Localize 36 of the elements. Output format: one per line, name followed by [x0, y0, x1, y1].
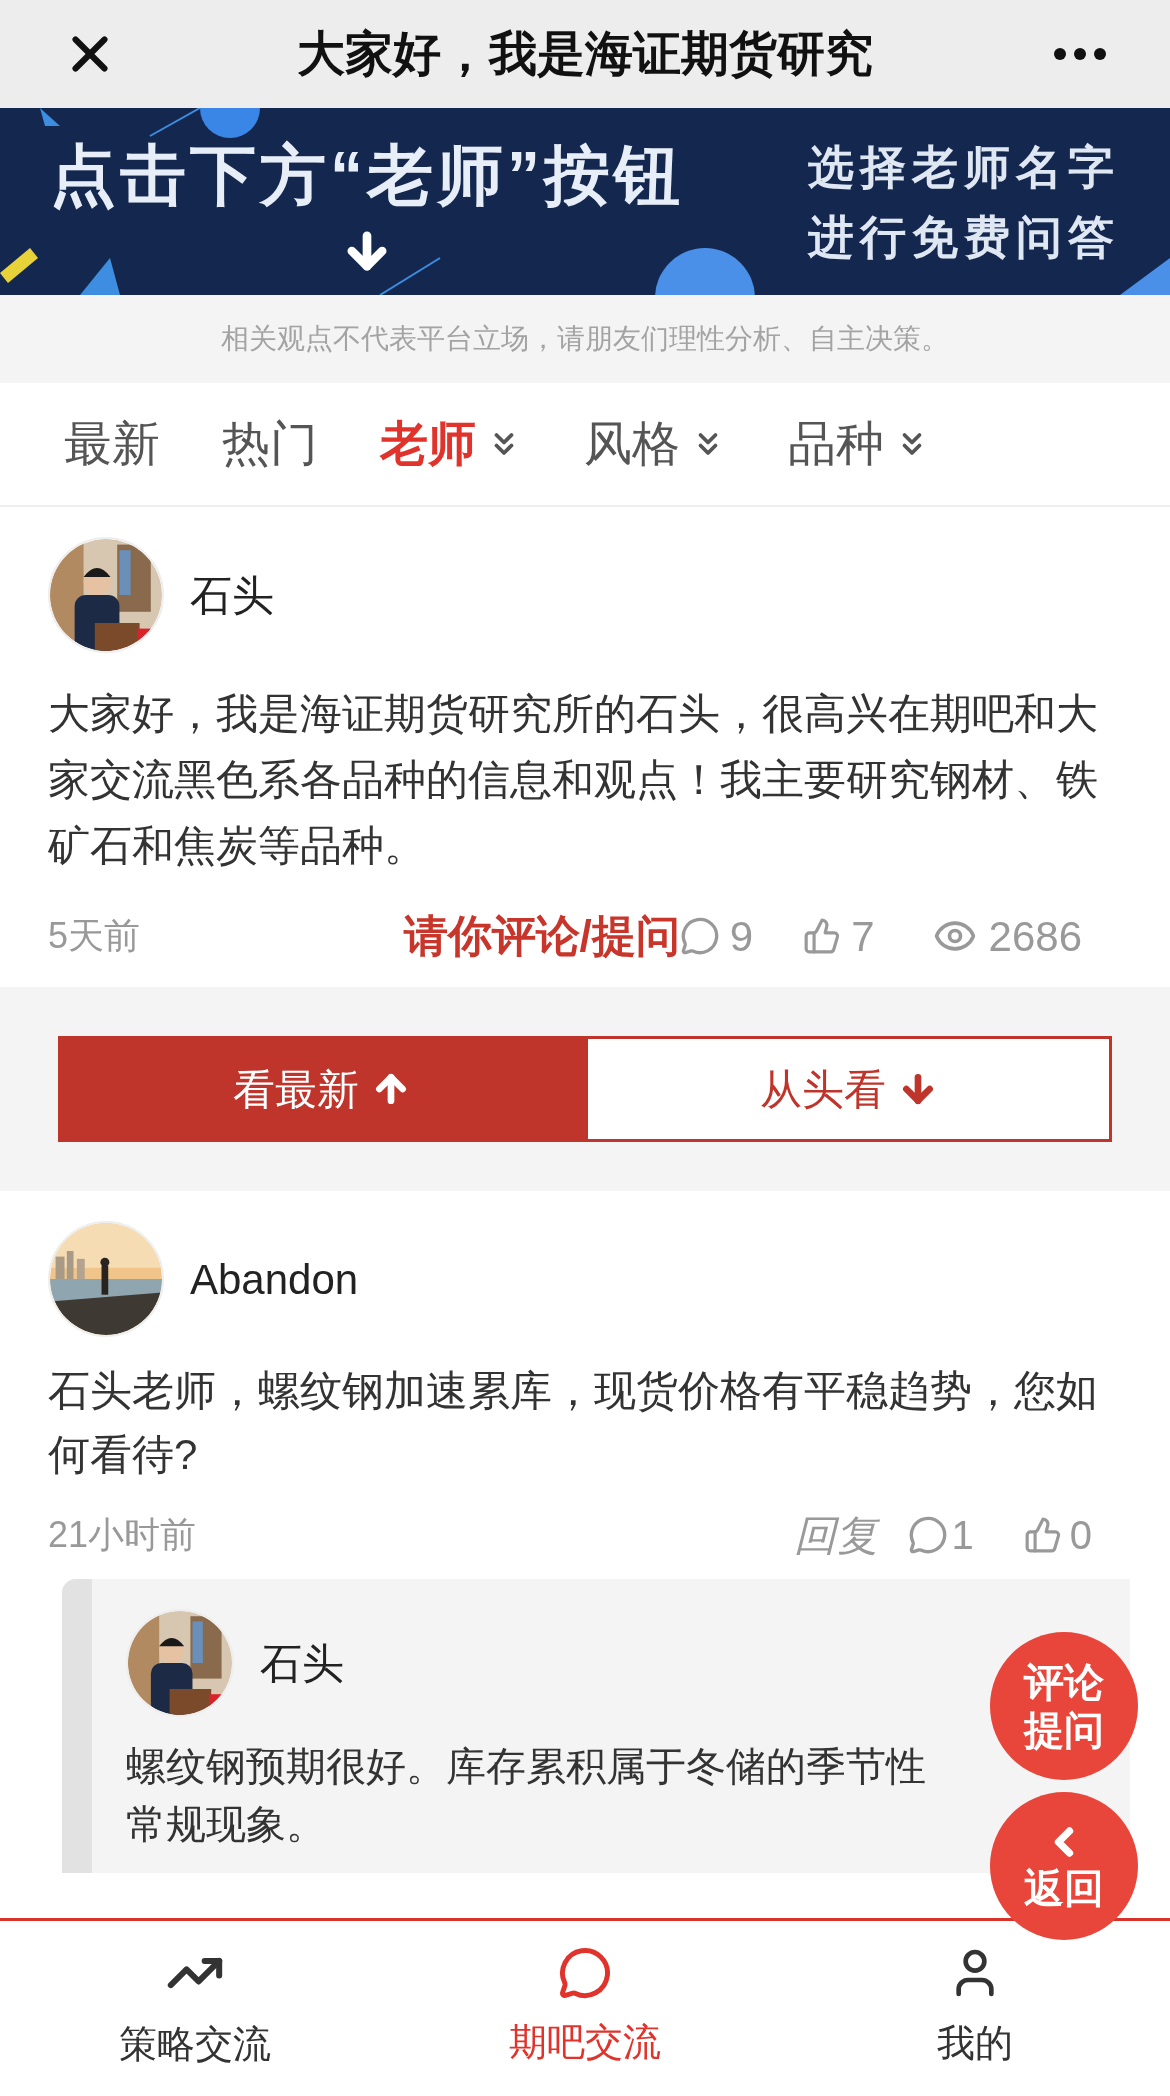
- banner-headline: 点击下方“老师”按钮: [50, 137, 684, 214]
- reply-text: 螺纹钢预期很好。库存累积属于冬储的季节性常规现象。: [126, 1743, 927, 1848]
- sort-button[interactable]: 看最新: [58, 1036, 585, 1142]
- comment-count: 1: [951, 1512, 974, 1559]
- filter-tab[interactable]: 热门: [222, 408, 318, 480]
- chat-icon: [558, 1946, 612, 2000]
- comment-link[interactable]: 请你评论/提问: [403, 903, 680, 969]
- author-name: 石头: [260, 1638, 344, 1689]
- author-name: 石头: [190, 570, 274, 621]
- comment-icon: [907, 1515, 948, 1555]
- filter-tab[interactable]: 品种: [788, 408, 930, 480]
- reply-link[interactable]: 回复: [793, 1503, 878, 1567]
- more-icon: [1053, 47, 1107, 61]
- nav-tab[interactable]: 期吧交流: [390, 1921, 780, 2096]
- filter-tab[interactable]: 风格: [584, 408, 726, 480]
- like-icon[interactable]: [1023, 1516, 1062, 1554]
- filter-tab[interactable]: 老师: [380, 408, 522, 480]
- comment-time: 21小时前: [48, 1513, 197, 1557]
- like-icon[interactable]: [803, 917, 842, 955]
- filter-tab[interactable]: 最新: [64, 408, 160, 480]
- like-count: 7: [851, 911, 875, 962]
- window-title: 大家好，我是海证期货研究: [297, 26, 873, 82]
- like-count: 0: [1069, 1512, 1092, 1559]
- post-text: 大家好，我是海证期货研究所的石头，很高兴在期吧和大家交流黑色系各品种的信息和观点！我主要研究钢材、铁矿石和焦炭等品种。: [48, 689, 1099, 871]
- disclaimer-text: 相关观点不代表平台立场，请朋友们理性分析、自主决策。: [221, 322, 949, 356]
- comment-count: 9: [729, 911, 754, 962]
- comment-icon: [679, 916, 720, 956]
- comment-text: 石头老师，螺纹钢加速累库，现货价格有平稳趋势，您如何看待?: [48, 1366, 1099, 1480]
- post-time: 5天前: [48, 914, 141, 958]
- banner-text: 选择老师名字: [808, 139, 1120, 195]
- sort-button[interactable]: 从头看: [585, 1036, 1112, 1142]
- author-name: Abandon: [190, 1254, 359, 1305]
- nav-tab[interactable]: 策略交流: [0, 1921, 390, 2096]
- view-count: 2686: [988, 911, 1082, 962]
- banner-text: 进行免费问答: [808, 209, 1120, 265]
- banner[interactable]: 点击下方“老师”按钮 选择老师名字 进行免费问答: [0, 108, 1170, 295]
